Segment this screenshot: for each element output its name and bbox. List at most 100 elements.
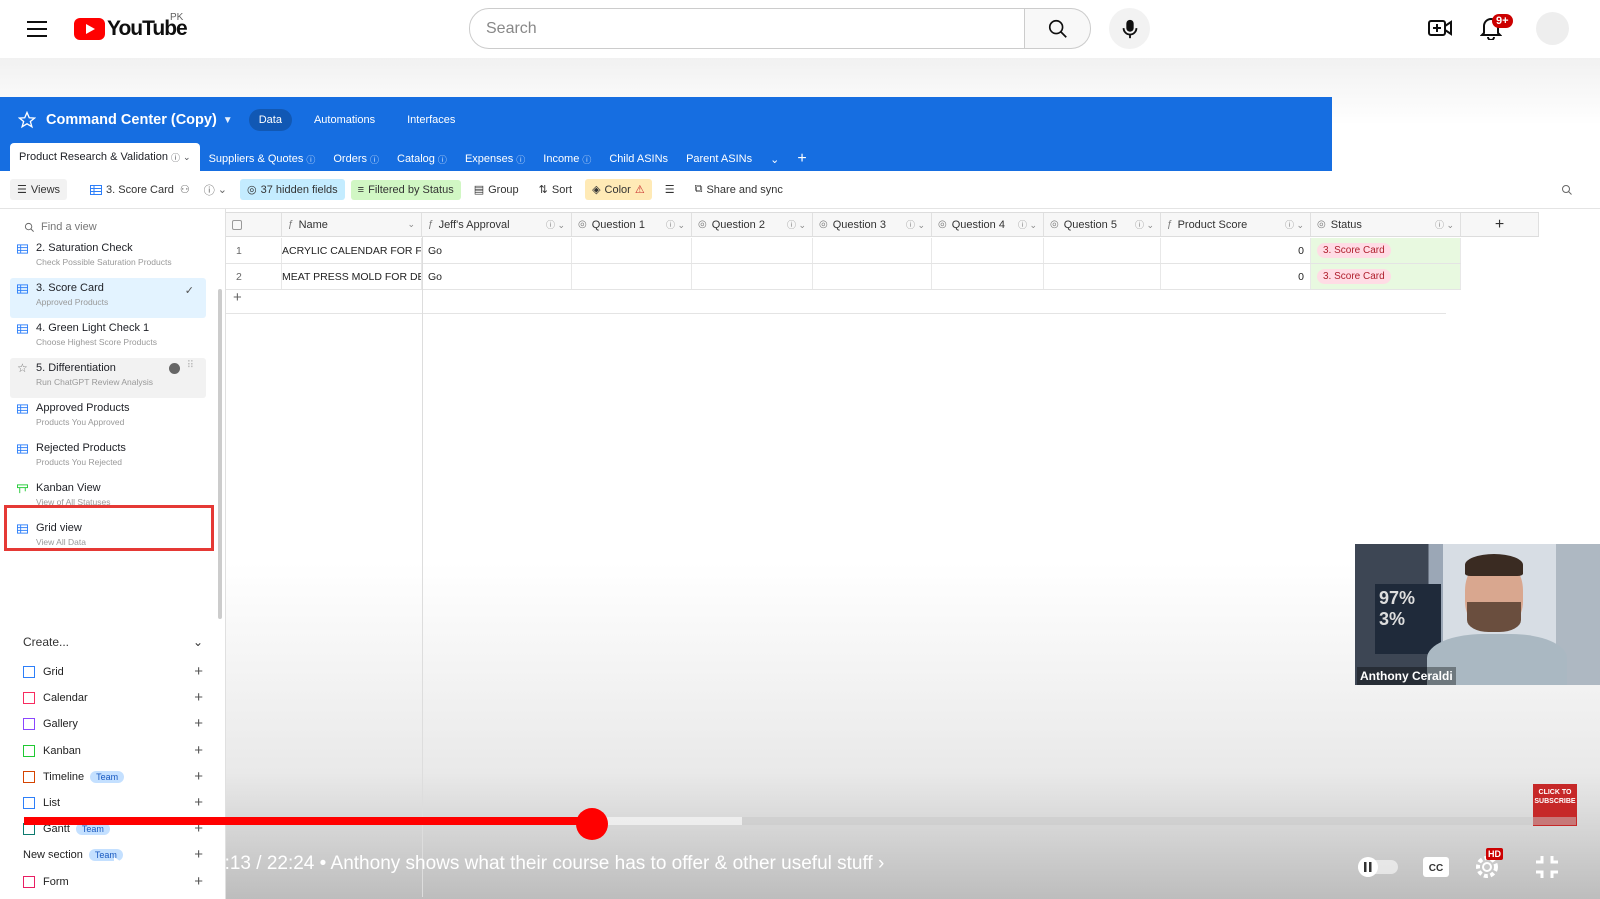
view-item-differentiation[interactable]: ☆ 5. Differentiation Run ChatGPT Review … — [10, 358, 206, 398]
video-player[interactable]: Command Center (Copy) ▼ Data Automations… — [0, 58, 1600, 899]
volume-button[interactable] — [165, 854, 193, 885]
column-header-status[interactable]: ◎ Status ⓘ ⌄ — [1311, 213, 1461, 236]
tab-expenses[interactable]: Expenses ⓘ — [456, 147, 534, 171]
drag-handle-icon[interactable]: ⠿ — [187, 360, 194, 371]
nav-interfaces[interactable]: Interfaces — [397, 109, 465, 131]
more-tables-chevron-icon[interactable]: ⌄ — [761, 147, 788, 171]
view-item-score-card[interactable]: 3. Score Card Approved Products ✓ — [10, 278, 206, 318]
next-button[interactable] — [112, 854, 136, 885]
cell-question-1[interactable] — [572, 264, 692, 289]
menu-button[interactable] — [22, 14, 52, 44]
create-section-header[interactable]: Create... ⌄ — [23, 635, 203, 649]
search-input[interactable]: Search — [469, 8, 1025, 49]
cell-name[interactable]: ACRYLIC CALENDAR FOR FRII — [282, 238, 422, 263]
create-video-button[interactable] — [1428, 17, 1452, 44]
search-records-button[interactable] — [1554, 180, 1584, 200]
exit-fullscreen-button[interactable] — [1534, 854, 1560, 885]
tab-catalog[interactable]: Catalog ⓘ — [388, 147, 456, 171]
tab-child-asins[interactable]: Child ASINs — [600, 147, 677, 171]
create-gallery[interactable]: Gallery + — [23, 711, 203, 737]
group-button[interactable]: ▤ Group — [467, 179, 526, 200]
cell-question-4[interactable] — [932, 238, 1044, 263]
column-header-name[interactable]: ƒ Name ⌄ — [282, 213, 422, 236]
progress-bar[interactable] — [24, 817, 1576, 825]
tab-income[interactable]: Income ⓘ — [534, 147, 600, 171]
cell-product-score[interactable]: 0 — [1161, 238, 1311, 263]
cell-question-3[interactable] — [813, 238, 932, 263]
current-view-button[interactable]: 3. Score Card ⚇ ⓘ ⌄ — [83, 178, 234, 202]
star-icon[interactable] — [18, 111, 36, 129]
more-options-icon[interactable] — [169, 363, 180, 374]
cell-approval[interactable]: Go — [422, 264, 572, 289]
tab-suppliers[interactable]: Suppliers & Quotes ⓘ — [200, 147, 325, 171]
presenter-hair — [1465, 554, 1523, 576]
cell-question-5[interactable] — [1044, 238, 1161, 263]
nav-automations[interactable]: Automations — [304, 109, 385, 131]
cell-question-2[interactable] — [692, 238, 813, 263]
tab-product-research[interactable]: Product Research & Validation ⓘ ⌄ — [10, 143, 200, 171]
settings-button[interactable]: HD — [1474, 848, 1503, 885]
create-calendar[interactable]: Calendar + — [23, 685, 203, 711]
chevron-down-icon[interactable]: ▼ — [223, 115, 233, 126]
tab-parent-asins[interactable]: Parent ASINs — [677, 147, 761, 171]
autoplay-toggle[interactable] — [1356, 856, 1400, 883]
view-item-approved-products[interactable]: Approved Products Products You Approved — [10, 398, 206, 438]
table-row[interactable]: 1 ACRYLIC CALENDAR FOR FRII Go 0 3. Scor… — [226, 238, 1461, 264]
sidebar-scrollbar[interactable] — [218, 289, 222, 619]
add-record-plus-icon[interactable]: + — [226, 289, 1446, 314]
sort-button[interactable]: ⇅ Sort — [532, 179, 579, 200]
youtube-logo[interactable]: YouTube PK — [74, 12, 188, 41]
cell-name[interactable]: MEAT PRESS MOLD FOR DELI — [282, 264, 422, 289]
view-item-rejected-products[interactable]: Rejected Products Products You Rejected — [10, 438, 206, 478]
tab-label: Child ASINs — [609, 153, 669, 165]
create-grid[interactable]: Grid + — [23, 659, 203, 685]
create-list[interactable]: List + — [23, 790, 203, 816]
avatar[interactable] — [1536, 12, 1569, 45]
cell-question-4[interactable] — [932, 264, 1044, 289]
column-header-approval[interactable]: ƒ Jeff's Approval ⓘ ⌄ — [422, 213, 572, 236]
search-button[interactable] — [1025, 8, 1091, 49]
filter-label: Filtered by Status — [368, 183, 454, 196]
column-header-question-1[interactable]: ◎ Question 1 ⓘ ⌄ — [572, 213, 692, 236]
create-timeline[interactable]: Timeline Team + — [23, 764, 203, 790]
table-row[interactable]: 2 MEAT PRESS MOLD FOR DELI Go 0 3. Score… — [226, 264, 1461, 290]
add-table-plus-icon[interactable]: + — [788, 147, 815, 171]
cell-question-3[interactable] — [813, 264, 932, 289]
base-name[interactable]: Command Center (Copy) — [46, 112, 217, 128]
tab-orders[interactable]: Orders ⓘ — [324, 147, 388, 171]
row-height-button[interactable]: ☰ — [658, 179, 682, 200]
cell-product-score[interactable]: 0 — [1161, 264, 1311, 289]
play-button[interactable] — [48, 854, 74, 887]
cell-status[interactable]: 3. Score Card — [1311, 238, 1461, 263]
cell-question-5[interactable] — [1044, 264, 1161, 289]
color-button[interactable]: ◈ Color ⚠ — [585, 179, 652, 200]
column-header-question-3[interactable]: ◎ Question 3 ⓘ ⌄ — [813, 213, 932, 236]
cell-approval[interactable]: Go — [422, 238, 572, 263]
nav-data[interactable]: Data — [248, 109, 292, 131]
share-button[interactable]: ⧉ Share and sync — [688, 179, 790, 200]
add-field-plus-icon[interactable]: + — [1461, 213, 1539, 236]
cell-status[interactable]: 3. Score Card — [1311, 264, 1461, 289]
column-header-question-5[interactable]: ◎ Question 5 ⓘ ⌄ — [1044, 213, 1161, 236]
create-kanban[interactable]: Kanban + — [23, 738, 203, 764]
create-label: Create... — [23, 635, 70, 649]
view-toolbar: ☰ Views 3. Score Card ⚇ ⓘ ⌄ ◎ 37 hidden fi… — [0, 171, 1600, 209]
cell-question-2[interactable] — [692, 264, 813, 289]
select-all-checkbox[interactable] — [226, 213, 282, 236]
column-header-product-score[interactable]: ƒ Product Score ⓘ ⌄ — [1161, 213, 1311, 236]
hidden-fields-button[interactable]: ◎ 37 hidden fields — [240, 179, 345, 200]
views-button[interactable]: ☰ Views — [10, 179, 68, 200]
voice-search-button[interactable] — [1109, 8, 1150, 49]
progress-scrubber[interactable] — [576, 808, 608, 840]
chapter-title[interactable]: • Anthony shows what their course has to… — [320, 853, 885, 874]
cell-question-1[interactable] — [572, 238, 692, 263]
view-item-saturation-check[interactable]: 2. Saturation Check Check Possible Satur… — [10, 242, 206, 278]
info-icon: ⓘ — [203, 184, 215, 197]
captions-button[interactable]: CC — [1422, 856, 1450, 883]
column-header-question-2[interactable]: ◎ Question 2 ⓘ ⌄ — [692, 213, 813, 236]
row-height-icon: ☰ — [664, 184, 675, 196]
column-header-question-4[interactable]: ◎ Question 4 ⓘ ⌄ — [932, 213, 1044, 236]
view-item-green-light-check[interactable]: 4. Green Light Check 1 Choose Highest Sc… — [10, 318, 206, 358]
find-view-input[interactable]: Find a view — [0, 209, 225, 233]
filter-button[interactable]: ≡ Filtered by Status — [350, 179, 461, 200]
